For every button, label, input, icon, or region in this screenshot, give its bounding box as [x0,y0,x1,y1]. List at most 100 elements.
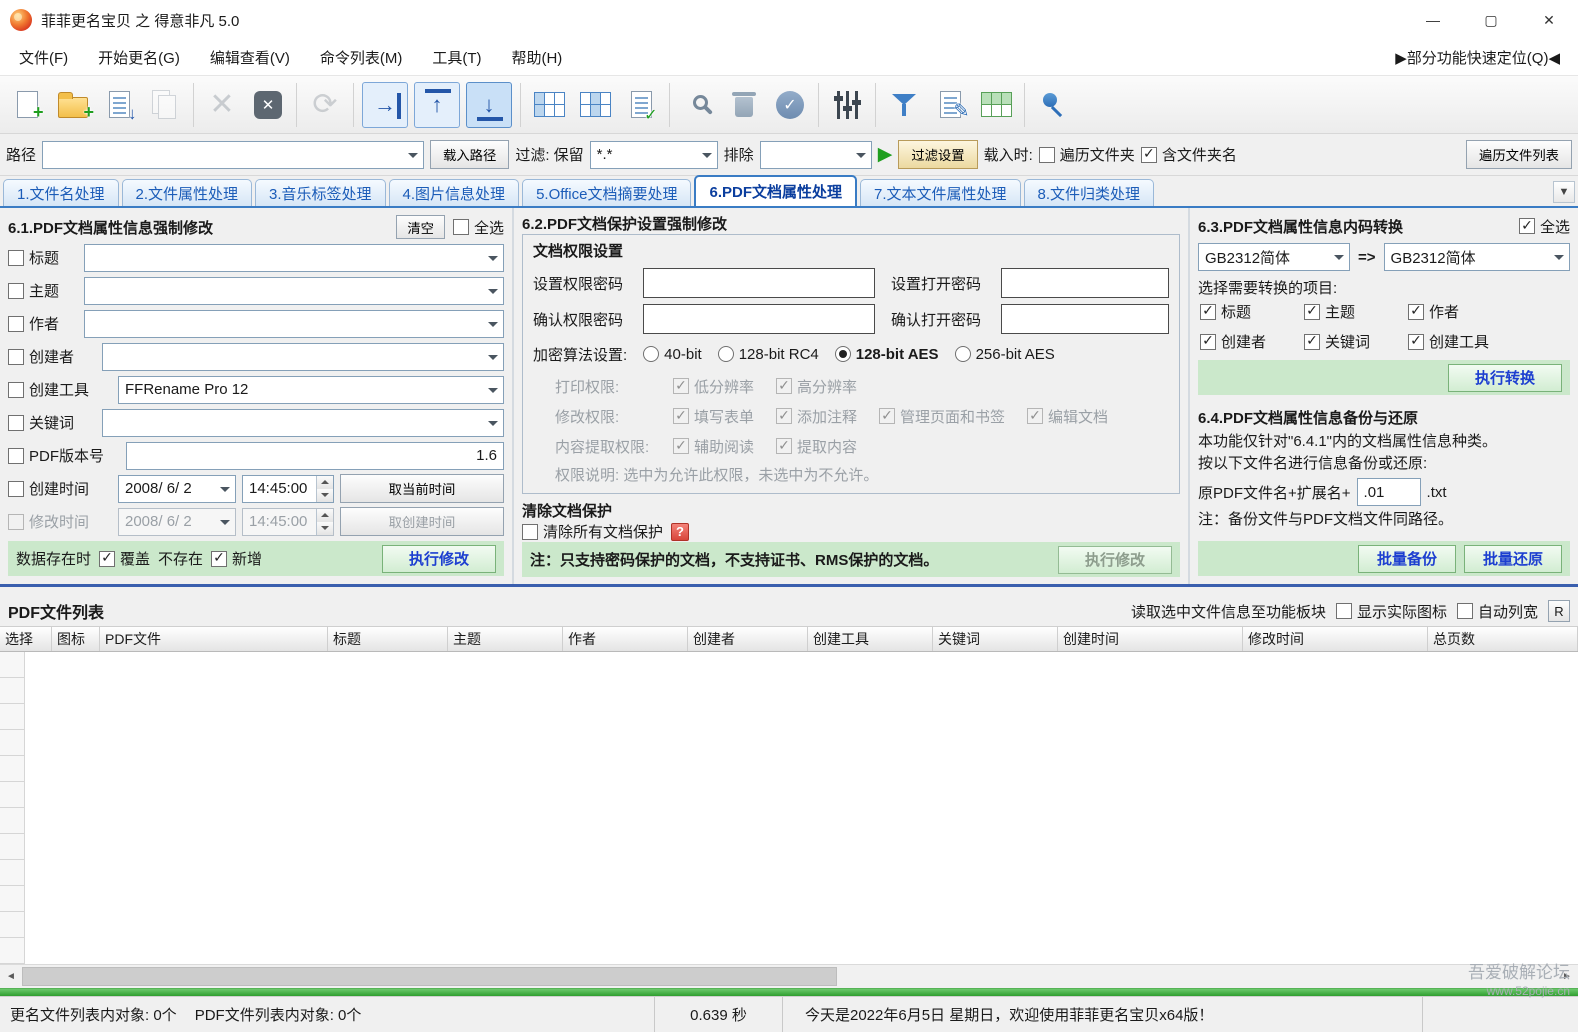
field-subject-option[interactable]: 主题 [8,280,78,301]
show-real-icons-checkbox[interactable] [1336,603,1352,619]
convert-title-checkbox[interactable] [1200,304,1216,320]
row-header-cell[interactable] [0,652,25,678]
modified-time-spinner[interactable]: 14:45:00 [242,508,334,536]
checklist-button[interactable]: ✓ [618,82,664,128]
delete-button[interactable]: ✕ [199,82,245,128]
column-header-keywords[interactable]: 关键词 [933,627,1058,651]
modify-pages-option[interactable]: 管理页面和书签 [879,406,1005,427]
field-author-combobox[interactable] [84,310,504,338]
maximize-button[interactable]: ▢ [1462,0,1520,40]
batch-backup-button[interactable]: 批量备份 [1358,545,1456,573]
menu-help[interactable]: 帮助(H) [496,41,577,74]
extract-content-option[interactable]: 提取内容 [776,436,857,457]
edit-document-button[interactable]: ✎ [927,82,973,128]
tab-overflow-button[interactable]: ▼ [1553,181,1575,203]
close-button[interactable]: ✕ [1520,0,1578,40]
menu-edit-view[interactable]: 编辑查看(V) [195,41,305,74]
field-keywords-combobox[interactable] [102,409,504,437]
field-keywords-dropdown-icon[interactable] [483,410,503,436]
print-highres-checkbox[interactable] [776,378,792,394]
field-producer-option[interactable]: 创建工具 [8,379,112,400]
row-header-cell[interactable] [0,860,25,886]
field-title-dropdown-icon[interactable] [483,245,503,271]
apply-filter-play-icon[interactable]: ▶ [878,143,893,166]
column-header-select[interactable]: 选择 [0,627,52,651]
include-folder-name-option[interactable]: 含文件夹名 [1141,144,1237,165]
menu-tools[interactable]: 工具(T) [417,41,496,74]
extract-assist-checkbox[interactable] [673,438,689,454]
view-left-panel-button[interactable] [526,82,572,128]
column-header-subject[interactable]: 主题 [448,627,563,651]
move-up-button[interactable]: ↑ [414,82,460,128]
modify-form-option[interactable]: 填写表单 [673,406,754,427]
field-author-option[interactable]: 作者 [8,313,78,334]
modify-annotate-option[interactable]: 添加注释 [776,406,857,427]
modify-edit-option[interactable]: 编辑文档 [1027,406,1108,427]
modify-edit-checkbox[interactable] [1027,408,1043,424]
clear-button[interactable]: 清空 [396,215,445,239]
pin-button[interactable] [1030,82,1076,128]
filter-button[interactable] [881,82,927,128]
tab-file-classify[interactable]: 8.文件归类处理 [1024,179,1155,206]
to-encoding-dropdown-icon[interactable] [1549,244,1569,270]
algo-40bit-radio[interactable] [643,346,659,362]
add-new-option[interactable]: 新增 [211,548,262,569]
created-time-spin-buttons[interactable] [316,476,333,502]
field-producer-checkbox[interactable] [8,382,24,398]
new-file-button[interactable]: + [4,82,50,128]
execute-convert-button[interactable]: 执行转换 [1448,364,1562,392]
row-header-cell[interactable] [0,834,25,860]
clear-list-button[interactable] [721,82,767,128]
tab-filename[interactable]: 1.文件名处理 [3,179,119,206]
convert-creator-checkbox[interactable] [1200,334,1216,350]
convert-keywords-option[interactable]: 关键词 [1304,331,1408,352]
menu-command-list[interactable]: 命令列表(M) [305,41,418,74]
auto-col-width-checkbox[interactable] [1457,603,1473,619]
extract-assist-option[interactable]: 辅助阅读 [673,436,754,457]
algo-40bit-option[interactable]: 40-bit [643,346,702,363]
field-title-checkbox[interactable] [8,250,24,266]
filter-settings-button[interactable]: 过滤设置 [898,140,977,169]
scroll-right-button[interactable]: ► [1556,965,1578,988]
modify-annotate-checkbox[interactable] [776,408,792,424]
filter-dropdown-icon[interactable] [697,142,717,168]
convert-author-checkbox[interactable] [1408,304,1424,320]
field-title-combobox[interactable] [84,244,504,272]
include-folder-name-checkbox[interactable] [1141,147,1157,163]
modified-time-option[interactable]: 修改时间 [8,511,112,532]
get-current-time-button[interactable]: 取当前时间 [340,474,504,503]
field-creator-combobox[interactable] [102,343,504,371]
print-lowres-checkbox[interactable] [673,378,689,394]
field-producer-combobox[interactable]: FFRename Pro 12 [118,376,504,404]
move-right-button[interactable]: → [362,82,408,128]
backup-suffix-input[interactable]: .01 [1357,478,1421,506]
copy-button[interactable] [142,82,188,128]
convert-creator-option[interactable]: 创建者 [1200,331,1304,352]
row-header-cell[interactable] [0,730,25,756]
modified-date-picker[interactable]: 2008/ 6/ 2 [118,508,236,536]
pdf-file-table-body[interactable] [0,652,1578,964]
tab-image-info[interactable]: 4.图片信息处理 [389,179,520,206]
field-keywords-checkbox[interactable] [8,415,24,431]
row-header-cell[interactable] [0,938,25,964]
auto-col-width-option[interactable]: 自动列宽 [1457,601,1538,622]
field-author-checkbox[interactable] [8,316,24,332]
field-subject-combobox[interactable] [84,277,504,305]
column-header-author[interactable]: 作者 [563,627,688,651]
export-table-button[interactable] [973,82,1019,128]
column-header-modified[interactable]: 修改时间 [1243,627,1428,651]
row-header-cell[interactable] [0,912,25,938]
tab-pdf-attributes[interactable]: 6.PDF文档属性处理 [694,175,857,206]
menu-start-rename[interactable]: 开始更名(G) [83,41,195,74]
cancel-button[interactable]: ✕ [245,82,291,128]
get-created-time-button[interactable]: 取创建时间 [340,507,504,536]
field-author-dropdown-icon[interactable] [483,311,503,337]
print-lowres-option[interactable]: 低分辨率 [673,376,754,397]
created-time-spinner[interactable]: 14:45:00 [242,475,334,503]
row-header-cell[interactable] [0,808,25,834]
help-icon[interactable]: ? [671,523,689,541]
confirm-perm-pwd-input[interactable] [643,304,875,334]
path-combobox[interactable] [42,141,424,169]
algo-256aes-radio[interactable] [955,346,971,362]
column-header-title[interactable]: 标题 [328,627,448,651]
